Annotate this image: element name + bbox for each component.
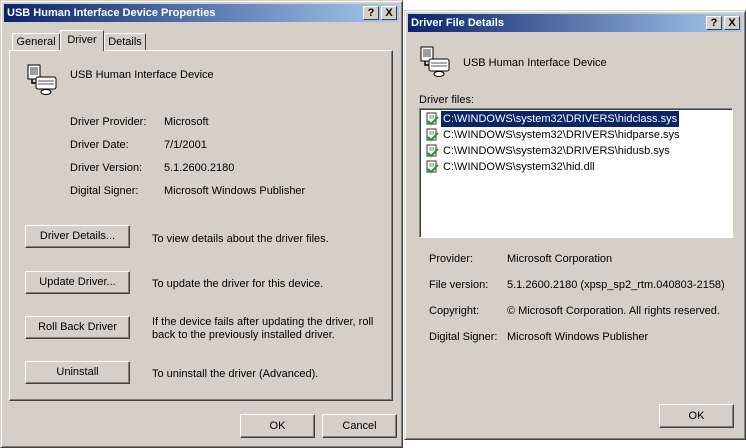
properties-window: USB Human Interface Device Properties ? … (0, 0, 403, 448)
driver-files-list[interactable]: C:\WINDOWS\system32\DRIVERS\hidclass.sys… (419, 108, 733, 238)
uninstall-desc: To uninstall the driver (Advanced). (152, 368, 319, 380)
driver-details-button[interactable]: Driver Details... (25, 225, 130, 248)
driver-date-value: 7/1/2001 (164, 139, 207, 151)
file-path: C:\WINDOWS\system32\DRIVERS\hidparse.sys (443, 129, 680, 141)
details-digital-signer-value: Microsoft Windows Publisher (507, 331, 649, 343)
help-button[interactable]: ? (363, 6, 379, 20)
tab-details[interactable]: Details (104, 33, 146, 50)
details-close-button[interactable]: X (724, 16, 740, 30)
signed-file-icon (426, 144, 439, 158)
file-list-item[interactable]: C:\WINDOWS\system32\hid.dll (423, 159, 727, 175)
driver-files-label: Driver files: (419, 94, 475, 106)
ok-button[interactable]: OK (240, 414, 315, 438)
driver-date-label: Driver Date: (70, 139, 129, 151)
update-driver-button[interactable]: Update Driver... (25, 271, 130, 294)
file-path: C:\WINDOWS\system32\DRIVERS\hidclass.sys (441, 111, 680, 127)
signed-file-icon (426, 112, 439, 126)
driver-provider-label: Driver Provider: (70, 116, 147, 128)
file-version-value: 5.1.2600.2180 (xpsp_sp2_rtm.040803-2158) (507, 279, 725, 291)
tab-driver[interactable]: Driver (60, 30, 104, 51)
details-title-bar[interactable]: Driver File Details ? X (408, 14, 742, 32)
hid-device-icon (27, 64, 57, 95)
details-device-name: USB Human Interface Device (463, 57, 607, 69)
tab-general[interactable]: General (12, 33, 60, 50)
driver-tab-panel: USB Human Interface Device Driver Provid… (9, 50, 393, 401)
driver-version-label: Driver Version: (70, 162, 143, 174)
properties-title: USB Human Interface Device Properties (7, 7, 216, 19)
file-version-label: File version: (429, 279, 489, 291)
driver-details-desc: To view details about the driver files. (152, 233, 329, 245)
driver-version-value: 5.1.2600.2180 (164, 162, 235, 174)
close-button[interactable]: X (381, 6, 397, 20)
signed-file-icon (426, 160, 439, 174)
details-hid-device-icon (420, 46, 450, 77)
file-path: C:\WINDOWS\system32\hid.dll (443, 161, 595, 173)
digital-signer-label: Digital Signer: (70, 185, 139, 197)
properties-title-bar[interactable]: USB Human Interface Device Properties ? … (4, 4, 399, 22)
provider-value: Microsoft Corporation (507, 253, 613, 265)
details-help-button[interactable]: ? (706, 16, 722, 30)
roll-back-driver-button[interactable]: Roll Back Driver (25, 316, 130, 339)
device-name: USB Human Interface Device (70, 69, 214, 81)
file-list-item[interactable]: C:\WINDOWS\system32\DRIVERS\hidparse.sys (423, 127, 727, 143)
roll-back-desc-line1: If the device fails after updating the d… (152, 316, 374, 328)
details-digital-signer-label: Digital Signer: (429, 331, 498, 343)
cancel-button[interactable]: Cancel (322, 414, 397, 438)
driver-provider-value: Microsoft (164, 116, 209, 128)
roll-back-desc-line2: back to the previously installed driver. (152, 329, 335, 341)
provider-label: Provider: (429, 253, 474, 265)
file-list-item[interactable]: C:\WINDOWS\system32\DRIVERS\hidusb.sys (423, 143, 727, 159)
driver-file-details-window: Driver File Details ? X USB Human Interf… (404, 10, 746, 440)
details-title: Driver File Details (411, 17, 504, 29)
update-driver-desc: To update the driver for this device. (152, 278, 324, 290)
file-list-item[interactable]: C:\WINDOWS\system32\DRIVERS\hidclass.sys (423, 111, 727, 127)
uninstall-button[interactable]: Uninstall (25, 361, 130, 384)
copyright-value: © Microsoft Corporation. All rights rese… (507, 305, 720, 317)
copyright-label: Copyright: (429, 305, 480, 317)
details-ok-button[interactable]: OK (659, 404, 734, 428)
digital-signer-value: Microsoft Windows Publisher (164, 185, 306, 197)
signed-file-icon (426, 128, 439, 142)
file-path: C:\WINDOWS\system32\DRIVERS\hidusb.sys (443, 145, 670, 157)
